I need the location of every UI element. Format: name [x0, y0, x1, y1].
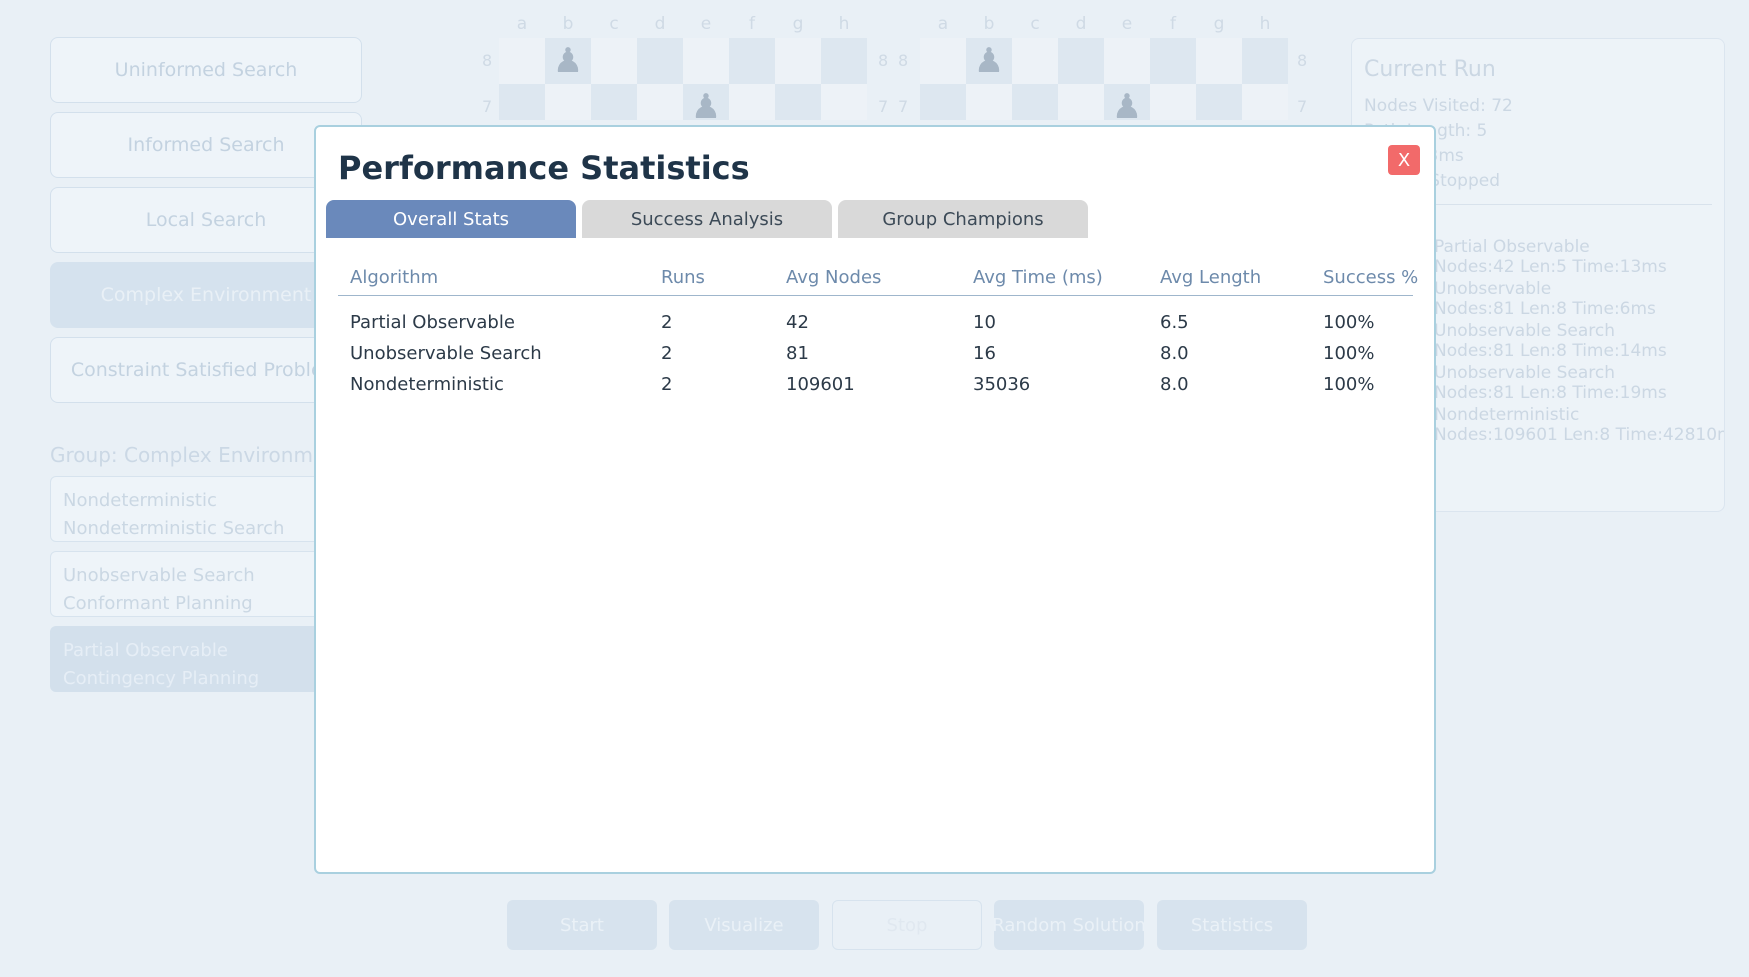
- file-label: g: [792, 14, 804, 34]
- chess-board-left: ♟ ♟: [499, 38, 867, 120]
- cell-avg-length: 6.5: [1160, 312, 1189, 333]
- history-meta: Nodes:81 Len:8 Time:14ms: [1434, 341, 1667, 361]
- history-name: Nondeterministic: [1434, 405, 1580, 425]
- file-label: h: [1259, 14, 1271, 34]
- chess-board-right: ♟ ♟: [920, 38, 1288, 120]
- rank-label: 7: [878, 97, 889, 116]
- chess-pawn-icon: ♟: [1111, 87, 1143, 120]
- history-name: Unobservable: [1434, 279, 1552, 299]
- cell-algorithm: Partial Observable: [350, 312, 515, 333]
- statistics-button[interactable]: Statistics: [1157, 900, 1307, 950]
- cell-avg-nodes: 109601: [786, 374, 855, 395]
- history-name: Unobservable Search: [1434, 321, 1615, 341]
- table-row: Unobservable Search 2 81 16 8.0 100%: [338, 341, 1413, 372]
- group-title: Group: Complex Environment: [50, 443, 346, 467]
- table-row: Nondeterministic 2 109601 35036 8.0 100%: [338, 372, 1413, 403]
- cell-avg-time: 16: [973, 343, 996, 364]
- column-header-avg-time: Avg Time (ms): [973, 267, 1103, 288]
- rank-label: 8: [878, 51, 889, 70]
- file-label: e: [1121, 14, 1133, 34]
- file-label: b: [562, 14, 574, 34]
- rank-label: 8: [482, 51, 493, 70]
- algorithm-card-partial-observable[interactable]: Partial Observable Contingency Planning: [50, 626, 350, 692]
- cell-runs: 2: [661, 374, 673, 395]
- chess-pawn-icon: ♟: [973, 41, 1005, 81]
- file-label: h: [838, 14, 850, 34]
- file-label: g: [1213, 14, 1225, 34]
- algorithm-card-unobservable[interactable]: Unobservable Search Conformant Planning: [50, 551, 350, 617]
- current-run-title: Current Run: [1364, 57, 1496, 82]
- rank-label: 7: [1297, 97, 1308, 116]
- start-button[interactable]: Start: [507, 900, 657, 950]
- tab-success-analysis[interactable]: Success Analysis: [582, 200, 832, 238]
- algorithm-name: Nondeterministic: [63, 490, 217, 511]
- cell-avg-time: 10: [973, 312, 996, 333]
- table-body: Partial Observable 2 42 10 6.5 100% Unob…: [338, 310, 1413, 403]
- close-button[interactable]: X: [1388, 145, 1420, 175]
- tab-group-champions[interactable]: Group Champions: [838, 200, 1088, 238]
- nodes-visited: Nodes Visited: 72: [1364, 96, 1513, 116]
- close-icon: X: [1397, 149, 1411, 171]
- modal-title: Performance Statistics: [338, 149, 750, 187]
- file-label: c: [609, 14, 619, 34]
- algorithm-name: Unobservable Search: [63, 565, 255, 586]
- cell-avg-nodes: 81: [786, 343, 809, 364]
- history-meta: Nodes:109601 Len:8 Time:42810ms: [1434, 425, 1725, 445]
- cell-avg-nodes: 42: [786, 312, 809, 333]
- file-label: e: [700, 14, 712, 34]
- stop-button[interactable]: Stop: [832, 900, 982, 950]
- file-label: a: [937, 14, 949, 34]
- table-row: Partial Observable 2 42 10 6.5 100%: [338, 310, 1413, 341]
- file-label: a: [516, 14, 528, 34]
- algorithm-desc: Contingency Planning: [63, 668, 260, 689]
- file-label: b: [983, 14, 995, 34]
- table-header: Algorithm Runs Avg Nodes Avg Time (ms) A…: [338, 265, 1418, 296]
- cell-avg-time: 35036: [973, 374, 1031, 395]
- history-meta: Nodes:42 Len:5 Time:13ms: [1434, 257, 1667, 277]
- cell-success: 100%: [1323, 312, 1375, 333]
- algorithm-desc: Conformant Planning: [63, 593, 253, 614]
- rank-label: 8: [898, 51, 909, 70]
- file-label: c: [1030, 14, 1040, 34]
- random-solution-button[interactable]: Random Solution: [994, 900, 1144, 950]
- column-header-avg-nodes: Avg Nodes: [786, 267, 882, 288]
- file-label: d: [654, 14, 666, 34]
- cell-success: 100%: [1323, 343, 1375, 364]
- cell-algorithm: Unobservable Search: [350, 343, 542, 364]
- cell-avg-length: 8.0: [1160, 374, 1189, 395]
- column-header-algorithm: Algorithm: [350, 267, 439, 288]
- history-name: Unobservable Search: [1434, 363, 1615, 383]
- file-label: f: [749, 14, 755, 34]
- chess-pawn-icon: ♟: [690, 87, 722, 120]
- cell-success: 100%: [1323, 374, 1375, 395]
- rank-label: 7: [898, 97, 909, 116]
- column-header-avg-length: Avg Length: [1160, 267, 1262, 288]
- rank-label: 7: [482, 97, 493, 116]
- algorithm-desc: Nondeterministic Search: [63, 518, 285, 539]
- tab-overall-stats[interactable]: Overall Stats: [326, 200, 576, 238]
- file-label: f: [1170, 14, 1176, 34]
- history-name: Partial Observable: [1434, 237, 1590, 257]
- cell-avg-length: 8.0: [1160, 343, 1189, 364]
- history-meta: Nodes:81 Len:8 Time:6ms: [1434, 299, 1656, 319]
- cell-runs: 2: [661, 343, 673, 364]
- column-header-success: Success %: [1323, 267, 1419, 288]
- algorithm-card-nondeterministic[interactable]: Nondeterministic Nondeterministic Search: [50, 476, 350, 542]
- stats-table: Algorithm Runs Avg Nodes Avg Time (ms) A…: [338, 265, 1418, 403]
- chess-pawn-icon: ♟: [552, 41, 584, 81]
- cell-runs: 2: [661, 312, 673, 333]
- rank-label: 8: [1297, 51, 1308, 70]
- file-label: d: [1075, 14, 1087, 34]
- history-meta: Nodes:81 Len:8 Time:19ms: [1434, 383, 1667, 403]
- cell-algorithm: Nondeterministic: [350, 374, 504, 395]
- visualize-button[interactable]: Visualize: [669, 900, 819, 950]
- column-header-runs: Runs: [661, 267, 705, 288]
- uninformed-search-button[interactable]: Uninformed Search: [50, 37, 362, 103]
- performance-statistics-modal: Performance Statistics X Overall Stats S…: [314, 125, 1436, 874]
- algorithm-name: Partial Observable: [63, 640, 228, 661]
